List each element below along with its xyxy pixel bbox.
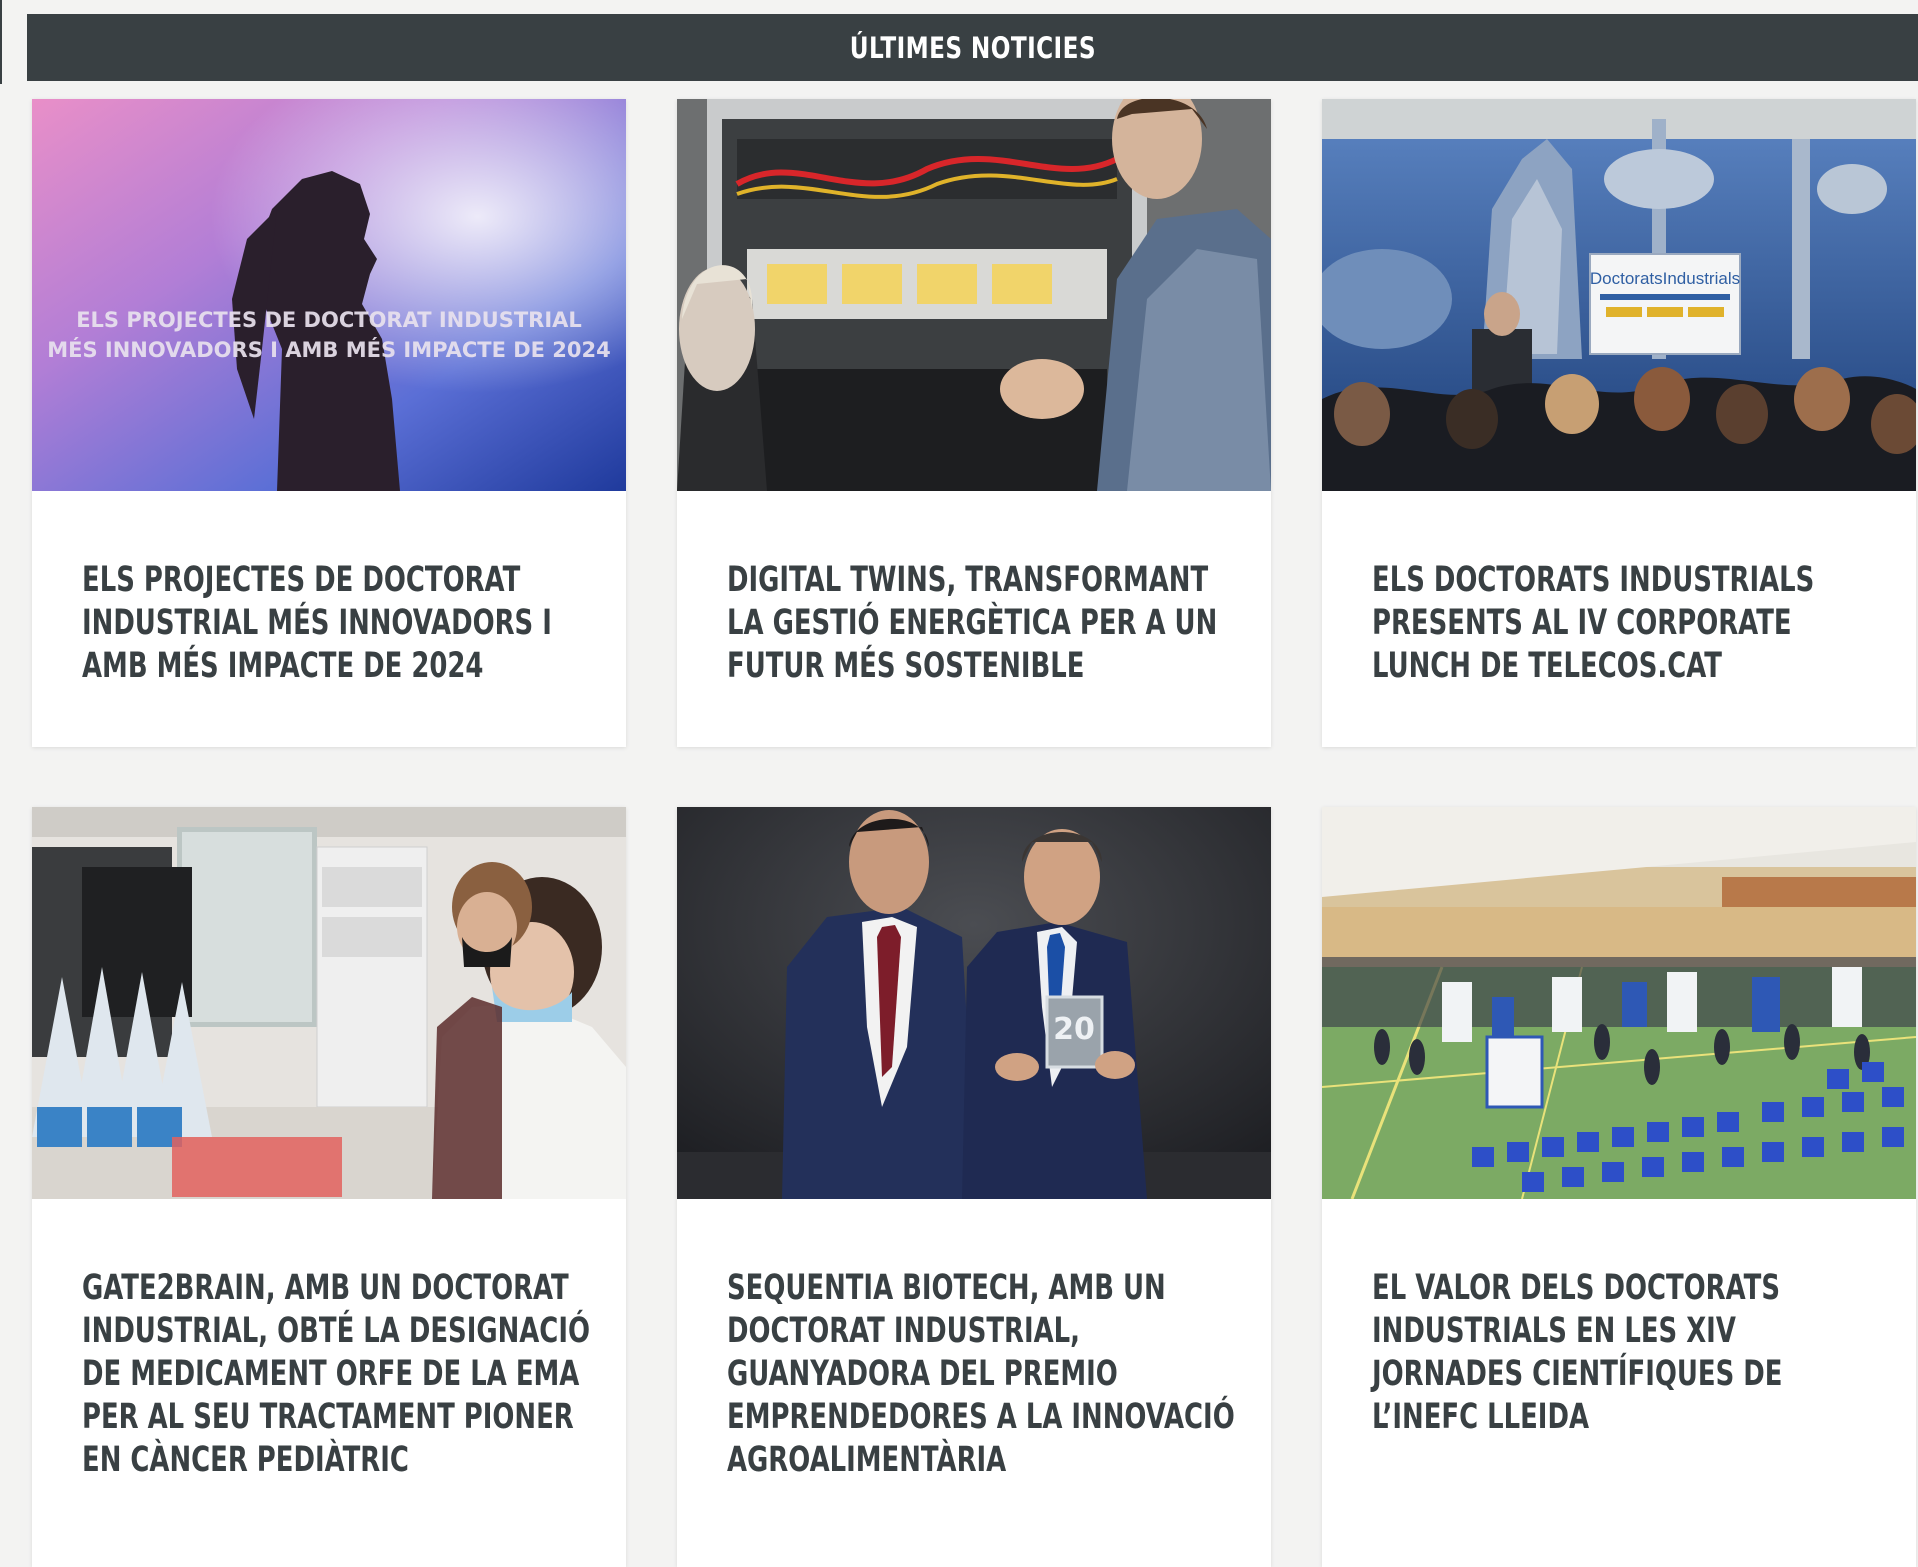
news-card[interactable]: GATE2BRAIN, AMB UN DOCTORAT INDUSTRIAL, … [32, 807, 626, 1567]
section-title: ÚLTIMES NOTICIES [849, 30, 1096, 65]
image-caption: MÉS INNOVADORS I AMB MÉS IMPACTE DE 2024 [47, 337, 611, 362]
news-title[interactable]: GATE2BRAIN, AMB UN DOCTORAT INDUSTRIAL, … [82, 1267, 593, 1482]
section-header: ÚLTIMES NOTICIES [27, 14, 1918, 81]
sign-text: DoctoratsIndustrials [1590, 269, 1740, 288]
news-title[interactable]: ELS PROJECTES DE DOCTORAT INDUSTRIAL MÉS… [82, 559, 593, 688]
news-image[interactable] [1322, 807, 1916, 1199]
news-card[interactable]: ELS PROJECTES DE DOCTORAT INDUSTRIAL MÉS… [32, 99, 626, 747]
news-image[interactable] [677, 99, 1271, 491]
news-title[interactable]: ELS DOCTORATS INDUSTRIALS PRESENTS AL IV… [1372, 559, 1883, 688]
news-image[interactable] [32, 807, 626, 1199]
image-caption: ELS PROJECTES DE DOCTORAT INDUSTRIAL [76, 308, 582, 332]
news-card[interactable]: EL VALOR DELS DOCTORATS INDUSTRIALS EN L… [1322, 807, 1916, 1567]
news-image[interactable]: DoctoratsIndustrials [1322, 99, 1916, 491]
news-image[interactable]: ELS PROJECTES DE DOCTORAT INDUSTRIAL MÉS… [32, 99, 626, 491]
news-title[interactable]: DIGITAL TWINS, TRANSFORMANT LA GESTIÓ EN… [727, 559, 1238, 688]
news-card[interactable]: DIGITAL TWINS, TRANSFORMANT LA GESTIÓ EN… [677, 99, 1271, 747]
news-image[interactable]: 20 [677, 807, 1271, 1199]
news-title[interactable]: SEQUENTIA BIOTECH, AMB UN DOCTORAT INDUS… [727, 1267, 1238, 1482]
award-text: 20 [1053, 1012, 1095, 1047]
left-edge-bar [0, 0, 2, 84]
news-card[interactable]: 20 SEQUENTIA BIOTECH, AMB UN DOCTORAT IN… [677, 807, 1271, 1567]
news-card[interactable]: DoctoratsIndustrials ELS DOCTORATS INDUS… [1322, 99, 1916, 747]
news-title[interactable]: EL VALOR DELS DOCTORATS INDUSTRIALS EN L… [1372, 1267, 1883, 1439]
